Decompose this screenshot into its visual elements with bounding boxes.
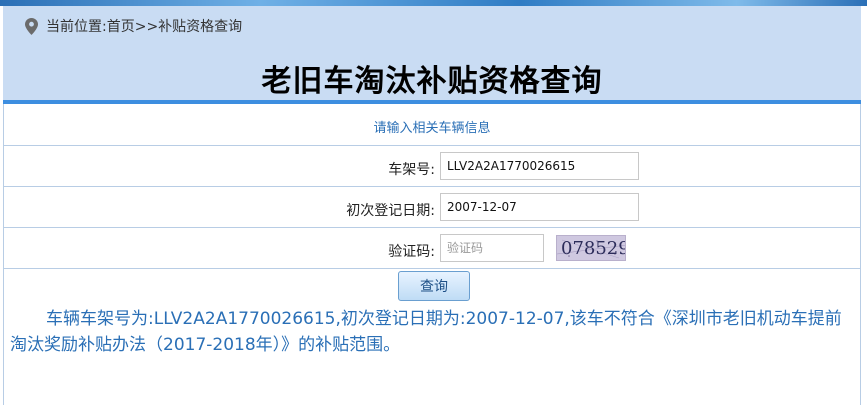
map-pin-icon <box>25 17 38 35</box>
result-message: 车辆车架号为:LLV2A2A1770026615,初次登记日期为:2007-12… <box>10 309 842 355</box>
query-button[interactable]: 查询 <box>398 271 470 301</box>
register-date-row: 初次登记日期: 2007-12-07 <box>4 187 860 228</box>
register-date-label: 初次登记日期: <box>346 203 435 219</box>
captcha-label: 验证码: <box>388 244 435 260</box>
vin-row: 车架号: LLV2A2A1770026615 <box>4 146 860 187</box>
captcha-image[interactable]: 078529 <box>556 235 626 261</box>
query-panel: 请输入相关车辆信息 车架号: LLV2A2A1770026615 初次登记日期:… <box>3 104 861 405</box>
submit-row: 查询 <box>4 269 860 305</box>
breadcrumb-text: 当前位置:首页>>补贴资格查询 <box>46 19 243 35</box>
vin-input[interactable]: LLV2A2A1770026615 <box>440 152 639 180</box>
breadcrumb: 当前位置:首页>>补贴资格查询 <box>25 16 242 36</box>
captcha-row: 验证码: 验证码 078529 <box>4 228 860 269</box>
page-title: 老旧车淘汰补贴资格查询 <box>261 64 603 99</box>
hint-row: 请输入相关车辆信息 <box>4 104 860 146</box>
captcha-text: 078529 <box>561 238 626 259</box>
register-date-input[interactable]: 2007-12-07 <box>440 193 639 221</box>
form-hint: 请输入相关车辆信息 <box>373 121 491 136</box>
vin-label: 车架号: <box>388 162 435 178</box>
captcha-input[interactable]: 验证码 <box>440 234 544 262</box>
page-header: 当前位置:首页>>补贴资格查询 老旧车淘汰补贴资格查询 <box>3 6 861 102</box>
